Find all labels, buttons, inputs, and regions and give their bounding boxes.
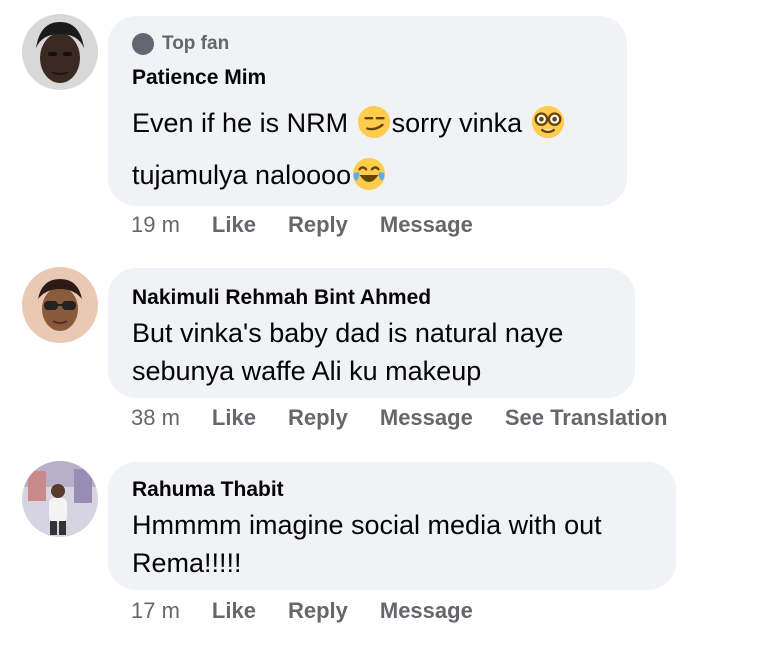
comment-author[interactable]: Rahuma Thabit	[132, 478, 284, 502]
smirk-emoji-icon	[357, 105, 390, 139]
comment-actions: 38 m Like Reply Message See Translation	[131, 405, 667, 431]
badge-icon	[132, 33, 154, 55]
comment-text-line: Rema!!!!!	[132, 548, 242, 578]
comment-actions: 19 m Like Reply Message	[131, 212, 473, 238]
like-button[interactable]: Like	[212, 212, 256, 238]
avatar-nakimuli-rehmah[interactable]	[22, 267, 98, 343]
like-button[interactable]: Like	[212, 405, 256, 431]
comment-bubble: Top fan Patience Mim Even if he is NRM s…	[108, 16, 627, 206]
comment-bubble: Rahuma Thabit Hmmmm imagine social media…	[108, 462, 676, 590]
avatar-rahuma-thabit[interactable]	[22, 461, 98, 537]
comment-actions: 17 m Like Reply Message	[131, 598, 473, 624]
comment-timestamp[interactable]: 17 m	[131, 598, 180, 624]
comment-timestamp[interactable]: 38 m	[131, 405, 180, 431]
nerd-emoji-icon	[531, 105, 564, 139]
reply-button[interactable]: Reply	[288, 405, 348, 431]
comment-text-line: sebunya waffe Ali ku makeup	[132, 356, 482, 386]
comment-author[interactable]: Nakimuli Rehmah Bint Ahmed	[132, 286, 431, 310]
like-button[interactable]: Like	[212, 598, 256, 624]
comment-timestamp[interactable]: 19 m	[131, 212, 180, 238]
avatar-patience-mim[interactable]	[22, 14, 98, 90]
message-button[interactable]: Message	[380, 212, 473, 238]
message-button[interactable]: Message	[380, 598, 473, 624]
laughing-tears-emoji-icon	[353, 157, 386, 191]
reply-button[interactable]: Reply	[288, 212, 348, 238]
comment-text-line: tujamulya naloooo	[132, 156, 387, 194]
comment-text-line: But vinka's baby dad is natural naye	[132, 318, 564, 348]
comment-text-line: Even if he is NRM sorry vinka	[132, 104, 566, 142]
comment-text-line: Hmmmm imagine social media with out	[132, 510, 602, 540]
see-translation-button[interactable]: See Translation	[505, 405, 668, 431]
top-fan-badge: Top fan	[132, 33, 229, 55]
comment-author[interactable]: Patience Mim	[132, 66, 266, 90]
badge-label: Top fan	[162, 33, 230, 54]
reply-button[interactable]: Reply	[288, 598, 348, 624]
message-button[interactable]: Message	[380, 405, 473, 431]
comment-bubble: Nakimuli Rehmah Bint Ahmed But vinka's b…	[108, 268, 635, 398]
